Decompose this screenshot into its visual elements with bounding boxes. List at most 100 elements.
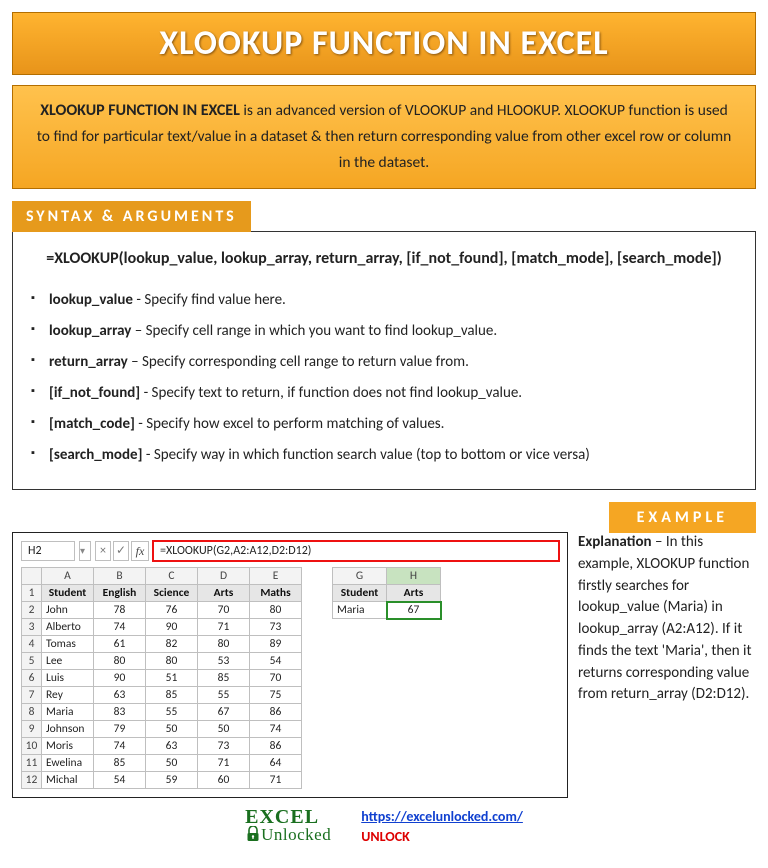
table-cell: John	[42, 602, 94, 619]
table-cell: 74	[94, 738, 146, 755]
table-cell: 73	[250, 619, 302, 636]
table-cell: 71	[198, 755, 250, 772]
syntax-formula: =XLOOKUP(lookup_value, lookup_array, ret…	[31, 246, 737, 272]
argument-name: [if_not_found]	[49, 384, 140, 402]
table-cell: 79	[94, 721, 146, 738]
table-cell: Michal	[42, 772, 94, 789]
table-cell: 83	[94, 704, 146, 721]
table-cell: 55	[198, 687, 250, 704]
table-cell: 54	[250, 653, 302, 670]
argument-item: lookup_value - Specify find value here.	[31, 285, 737, 316]
intro-lead: XLOOKUP FUNCTION IN EXCEL	[40, 101, 240, 120]
example-explanation: Explanation – In this example, XLOOKUP f…	[578, 532, 756, 798]
table-cell: 70	[250, 670, 302, 687]
table-cell: 89	[250, 636, 302, 653]
column-letter: E	[250, 568, 302, 585]
table-cell: 50	[146, 721, 198, 738]
column-letter: B	[94, 568, 146, 585]
footer-link[interactable]: https://excelunlocked.com/	[361, 808, 523, 825]
example-row: H2 ▾ × ✓ fx =XLOOKUP(G2,A2:A12,D2:D12) A…	[12, 532, 756, 798]
argument-name: return_array	[49, 353, 128, 371]
title-banner: XLOOKUP FUNCTION IN EXCEL	[12, 12, 756, 75]
arguments-list: lookup_value - Specify find value here.l…	[31, 285, 737, 471]
argument-desc: - Specify find value here.	[133, 291, 286, 309]
argument-desc: - Specify text to return, if function do…	[140, 384, 522, 402]
row-number: 11	[22, 755, 42, 772]
table-cell: 80	[250, 602, 302, 619]
argument-item: lookup_array – Specify cell range in whi…	[31, 316, 737, 347]
lookup-result-table: GHStudentArtsMaria67	[332, 567, 441, 619]
table-cell: 51	[146, 670, 198, 687]
formula-text: =XLOOKUP(G2,A2:A12,D2:D12)	[160, 543, 311, 559]
table-cell: 71	[198, 619, 250, 636]
footer-link-block: https://excelunlocked.com/ UNLOCK	[361, 807, 523, 846]
table-header-cell: Maths	[250, 585, 302, 602]
column-letter: H	[387, 568, 441, 585]
table-cell: Alberto	[42, 619, 94, 636]
table-cell: 53	[198, 653, 250, 670]
table-cell: 85	[146, 687, 198, 704]
row-number: 9	[22, 721, 42, 738]
table-cell: 90	[94, 670, 146, 687]
table-cell: 71	[250, 772, 302, 789]
table-header-cell: Student	[333, 585, 387, 602]
row-number: 12	[22, 772, 42, 789]
row-number: 6	[22, 670, 42, 687]
logo: EXCEL Unlocked	[245, 806, 331, 847]
table-cell: 73	[198, 738, 250, 755]
formula-bar: H2 ▾ × ✓ fx =XLOOKUP(G2,A2:A12,D2:D12)	[21, 541, 559, 561]
table-cell: Moris	[42, 738, 94, 755]
name-box-dropdown-icon: ▾	[79, 541, 91, 561]
table-cell: 55	[146, 704, 198, 721]
fx-icon: fx	[131, 541, 149, 561]
example-section-tab: EXAMPLE	[609, 502, 756, 533]
explanation-label: Explanation	[578, 533, 652, 551]
page-title: XLOOKUP FUNCTION IN EXCEL	[13, 23, 755, 64]
padlock-icon	[246, 826, 260, 847]
table-cell: Maria	[333, 602, 387, 619]
syntax-section-tab: SYNTAX & ARGUMENTS	[12, 201, 251, 232]
formula-bar-icons: × ✓ fx	[95, 541, 149, 561]
row-number: 10	[22, 738, 42, 755]
row-number: 1	[22, 585, 42, 602]
table-cell: 64	[250, 755, 302, 772]
table-cell: 78	[94, 602, 146, 619]
row-number: 7	[22, 687, 42, 704]
table-cell: 63	[94, 687, 146, 704]
table-cell: 86	[250, 738, 302, 755]
argument-name: lookup_array	[49, 322, 131, 340]
table-header-cell: English	[94, 585, 146, 602]
formula-input: =XLOOKUP(G2,A2:A12,D2:D12)	[153, 541, 559, 561]
cancel-x-icon: ×	[95, 541, 111, 561]
table-cell: Rey	[42, 687, 94, 704]
confirm-check-icon: ✓	[113, 541, 129, 561]
argument-item: return_array – Specify corresponding cel…	[31, 347, 737, 378]
table-cell: 80	[94, 653, 146, 670]
argument-name: lookup_value	[49, 291, 133, 309]
argument-desc: - Specify how excel to perform matching …	[135, 415, 445, 433]
table-cell: 63	[146, 738, 198, 755]
argument-desc: – Specify cell range in which you want t…	[131, 322, 497, 340]
table-cell: 80	[198, 636, 250, 653]
table-cell: 59	[146, 772, 198, 789]
row-number: 8	[22, 704, 42, 721]
column-letter: D	[198, 568, 250, 585]
table-cell: 82	[146, 636, 198, 653]
table-cell: 74	[94, 619, 146, 636]
table-cell: 60	[198, 772, 250, 789]
column-letter: C	[146, 568, 198, 585]
footer: EXCEL Unlocked https://excelunlocked.com…	[8, 806, 760, 847]
table-cell: 80	[146, 653, 198, 670]
argument-item: [if_not_found] - Specify text to return,…	[31, 378, 737, 409]
explanation-text: – In this example, XLOOKUP function firs…	[578, 533, 752, 703]
row-number: 4	[22, 636, 42, 653]
row-number: 3	[22, 619, 42, 636]
name-box: H2	[21, 541, 75, 561]
row-number: 5	[22, 653, 42, 670]
table-cell: 76	[146, 602, 198, 619]
footer-tagline: UNLOCK	[361, 827, 523, 847]
row-number: 2	[22, 602, 42, 619]
table-cell: 54	[94, 772, 146, 789]
argument-item: [match_code] - Specify how excel to perf…	[31, 409, 737, 440]
table-cell: 74	[250, 721, 302, 738]
